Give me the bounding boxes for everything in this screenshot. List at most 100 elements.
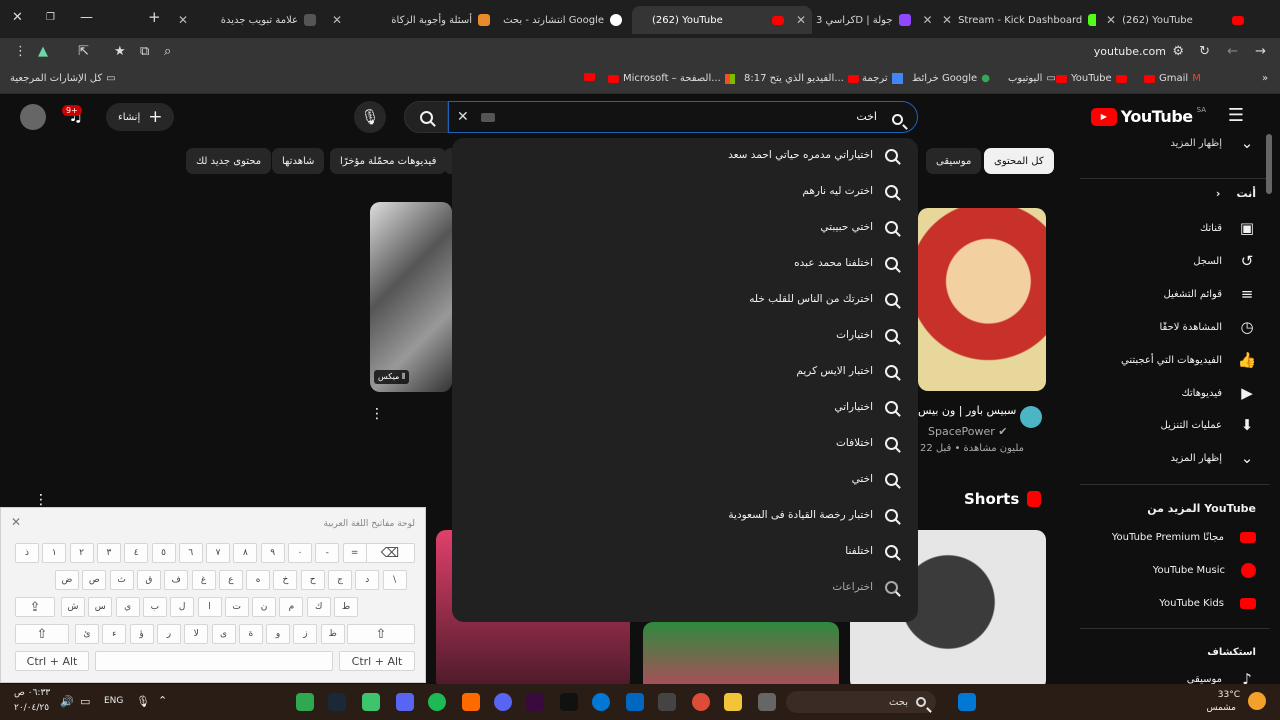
bookmark-youtube-ar[interactable]: اليوتيوب ▭ (1008, 73, 1056, 84)
network-icon[interactable]: ▭ (80, 695, 90, 708)
video-thumbnail-mix[interactable]: ميكس ⦀ (370, 202, 452, 392)
tab-google-search[interactable]: انتشارتد - بحث Google (500, 6, 628, 34)
back-icon[interactable]: → (1255, 44, 1266, 59)
clock-date[interactable]: ٢٠/٠٤/٢٥ (14, 703, 49, 713)
sidebar-item-show-more[interactable]: إظهار المزيد ⌄ (1170, 445, 1256, 471)
tab-youtube-2[interactable]: ✕ (262) YouTube (1100, 6, 1250, 34)
keyboard-key[interactable]: ن (252, 597, 277, 617)
file-explorer-icon[interactable] (724, 693, 742, 711)
keyboard-key[interactable]: ٧ (206, 543, 231, 563)
keyboard-key[interactable]: ب (142, 597, 167, 617)
keyboard-key[interactable]: ط (334, 597, 358, 617)
restore-window-icon[interactable]: ❐ (46, 12, 55, 23)
bookmark-gmail[interactable]: Gmail M (1144, 73, 1201, 84)
sidebar-item-liked[interactable]: الفيديوهات التي أعجبتني 👍 (1121, 347, 1256, 373)
minimize-window-icon[interactable]: — (80, 10, 93, 25)
keyboard-key[interactable]: ج (328, 570, 352, 590)
keyboard-key[interactable]: ى (211, 624, 236, 644)
search-input[interactable]: ✕ اخت (448, 101, 918, 133)
chip-recent-uploads[interactable]: فيديوهات محمّلة مؤخرًا (330, 148, 447, 174)
keyboard-close-icon[interactable]: ✕ (11, 515, 21, 529)
store-icon[interactable] (626, 693, 644, 711)
keyboard-key[interactable]: ظ (320, 624, 345, 644)
ctrl-alt-right-key[interactable]: Ctrl + Alt (339, 651, 415, 671)
keyboard-key[interactable]: ع (218, 570, 243, 590)
tab-close-icon[interactable]: ✕ (923, 13, 933, 27)
sidebar-item-your-videos[interactable]: فيديوهاتك ▶ (1181, 380, 1256, 406)
shift-right-key[interactable]: ⇧ (347, 624, 415, 644)
suggestion-item[interactable]: اخترتك من الناس للقلب خله (749, 282, 898, 316)
all-bookmarks[interactable]: كل الإشارات المرجعية ▭ (10, 73, 116, 84)
video-menu-icon[interactable]: ⋮ (370, 406, 384, 422)
suggestion-item[interactable]: اختيارات (836, 318, 898, 352)
keyboard-key[interactable]: ٣ (96, 543, 121, 563)
tab-new-tab[interactable]: ✕ علامة تبويب جديدة (172, 6, 322, 34)
suggestion-item[interactable]: اختلافات (836, 426, 898, 460)
task-view-icon[interactable] (758, 693, 776, 711)
app-icon[interactable] (658, 693, 676, 711)
share-icon[interactable]: ⇱ (78, 44, 89, 59)
avatar[interactable] (20, 104, 46, 130)
keyboard-key[interactable]: ٦ (178, 543, 203, 563)
keyboard-key[interactable]: و (266, 624, 291, 644)
keyboard-key[interactable]: ا (197, 597, 222, 617)
menu-dots-icon[interactable]: ⋮ (14, 44, 27, 59)
keyboard-key[interactable]: ٠ (288, 543, 312, 563)
channel-name[interactable]: SpacePower ✔ (928, 425, 1008, 438)
keyboard-key[interactable]: ح (300, 570, 325, 590)
sidebar-item-kids[interactable]: YouTube Kids (1159, 590, 1256, 616)
suggestion-item[interactable]: اختبار الايس كريم (796, 354, 898, 388)
bookmark-maps[interactable]: خرائط Google ● (912, 73, 990, 84)
taskbar-search[interactable]: بحث (786, 691, 936, 713)
bookmark-translate[interactable]: ترجمة (862, 73, 903, 84)
tray-overflow-icon[interactable]: ⌃ (158, 694, 167, 707)
chip-hidden[interactable] (444, 148, 452, 174)
keyboard-key[interactable]: م (279, 597, 304, 617)
new-tab-icon[interactable]: + (148, 8, 161, 26)
spotify-icon[interactable] (428, 693, 446, 711)
app-icon[interactable] (560, 693, 578, 711)
sidebar-you-header[interactable]: › أنت (1216, 180, 1256, 206)
suggestion-item[interactable]: اختراعات (832, 570, 898, 604)
keyboard-key[interactable]: ة (238, 624, 263, 644)
keyboard-key[interactable]: ذ (15, 543, 39, 563)
caps-lock-key[interactable]: ⇪ (15, 597, 55, 617)
sidebar-item-explore-music[interactable]: موسيقى ♪ (1187, 666, 1256, 684)
keyboard-key[interactable]: ز (293, 624, 318, 644)
suggestion-item[interactable]: اختلفنا محمد عبده (794, 246, 898, 280)
keyboard-key[interactable]: ٢ (69, 543, 94, 563)
keyboard-key[interactable]: غ (191, 570, 216, 590)
chrome-icon[interactable] (692, 693, 710, 711)
keyboard-key[interactable]: - (315, 543, 340, 563)
search-button[interactable] (404, 101, 448, 133)
chip-watched[interactable]: شاهدتها (272, 148, 325, 174)
keyboard-key[interactable]: ٤ (124, 543, 149, 563)
hamburger-menu-icon[interactable]: ☰ (1228, 105, 1244, 126)
language-indicator[interactable]: ENG (104, 696, 123, 706)
site-settings-icon[interactable]: ⚙ (1172, 44, 1184, 59)
clock-time[interactable]: ٠٦:٣٣ ص (14, 688, 50, 698)
tab-close-icon[interactable]: ✕ (796, 13, 806, 27)
bookmark-youtube[interactable]: YouTube (1056, 73, 1127, 84)
suggestion-item[interactable]: اختي (852, 462, 898, 496)
keyboard-key[interactable]: ش (61, 597, 85, 617)
keyboard-key[interactable]: \ (382, 570, 407, 590)
keyboard-key[interactable]: ث (109, 570, 134, 590)
keyboard-key[interactable]: ١ (42, 543, 67, 563)
bookmark-video[interactable]: 8:17 الفيديو الذي يتح... (744, 73, 859, 84)
suggestion-item[interactable]: اخترت ليه نارهم (802, 174, 898, 208)
reload-icon[interactable]: ↻ (1199, 44, 1210, 59)
keyboard-key[interactable]: ض (55, 570, 79, 590)
tab-youtube-active[interactable]: (262) YouTube ✕ (632, 6, 812, 34)
voice-search-button[interactable]: 🎙 (354, 101, 386, 133)
tab-close-icon[interactable]: ✕ (178, 13, 188, 27)
extension-icon[interactable]: ▲ (38, 44, 48, 59)
keyboard-key[interactable]: ل (170, 597, 195, 617)
chip-all[interactable]: كل المحتوى (984, 148, 1054, 174)
video-thumbnail-onepiece[interactable] (918, 208, 1046, 391)
tab-3d-chairs[interactable]: كراسي 3D | جولة ✕ (816, 6, 936, 34)
volume-icon[interactable]: 🔊 (60, 695, 74, 708)
channel-avatar[interactable] (1020, 406, 1042, 428)
clear-search-icon[interactable]: ✕ (457, 109, 469, 125)
space-key[interactable] (95, 651, 333, 671)
